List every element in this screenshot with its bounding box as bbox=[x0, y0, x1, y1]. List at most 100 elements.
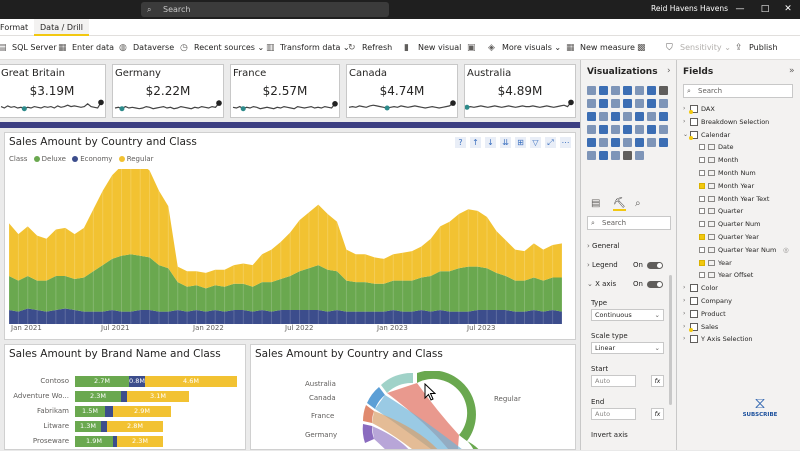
funnel-icon[interactable] bbox=[646, 98, 656, 108]
start-input[interactable]: Auto bbox=[591, 375, 636, 387]
field-checkbox[interactable] bbox=[699, 182, 705, 189]
area-chart-icon[interactable] bbox=[586, 98, 596, 108]
user-name[interactable]: Reid Havens Havens bbox=[651, 4, 728, 13]
brand-bar-segment[interactable] bbox=[105, 406, 113, 417]
general-section[interactable]: › General bbox=[587, 242, 620, 250]
legend-deluxe[interactable]: Deluxe bbox=[42, 155, 66, 163]
field-item-month-year[interactable]: Month Year bbox=[677, 180, 800, 192]
field-checkbox[interactable] bbox=[699, 157, 705, 164]
kpi-card[interactable]: Germany $2.22M bbox=[112, 64, 224, 118]
collapse-chevron-icon[interactable]: » bbox=[789, 66, 795, 76]
field-checkbox[interactable] bbox=[699, 170, 705, 176]
analytics-icon[interactable]: ⌕ bbox=[635, 198, 641, 209]
focus-mode-icon[interactable]: ⤢ bbox=[545, 137, 556, 148]
brand-bar-segment[interactable]: 1.5M bbox=[75, 406, 105, 417]
text-box-button[interactable]: ▣ bbox=[467, 42, 481, 54]
drill-down-icon[interactable]: ↓ bbox=[485, 137, 496, 148]
stacked-column-icon[interactable] bbox=[598, 85, 608, 95]
field-table-sales[interactable]: › Sales bbox=[677, 321, 800, 333]
multi-row-card-icon[interactable] bbox=[610, 124, 620, 134]
full-bar-icon[interactable] bbox=[634, 85, 644, 95]
axis-type-select[interactable]: Continuous ⌄ bbox=[591, 309, 664, 321]
close-button[interactable]: ✕ bbox=[776, 0, 800, 19]
field-item-quarter-year[interactable]: Quarter Year bbox=[677, 231, 800, 243]
legend-regular[interactable]: Regular bbox=[127, 155, 154, 163]
tab-format[interactable]: Format bbox=[0, 19, 34, 36]
brand-bar-segment[interactable]: 3.1M bbox=[127, 391, 189, 402]
field-item-year-offset[interactable]: Year Offset bbox=[677, 269, 800, 281]
field-checkbox[interactable] bbox=[699, 259, 705, 266]
table-icon[interactable] bbox=[646, 124, 656, 134]
tab-data-drill[interactable]: Data / Drill bbox=[34, 19, 89, 36]
card-icon[interactable] bbox=[598, 124, 608, 134]
custom-visual-icon[interactable] bbox=[622, 150, 632, 160]
field-checkbox[interactable] bbox=[699, 195, 705, 202]
ribbon-chart-icon[interactable] bbox=[622, 98, 632, 108]
chord-visual[interactable]: Sales Amount by Country and Class Austra… bbox=[250, 344, 576, 450]
help-icon[interactable]: ? bbox=[455, 137, 466, 148]
pie-icon[interactable] bbox=[586, 111, 596, 121]
brand-bar-segment[interactable]: 4.6M bbox=[145, 376, 237, 387]
python-visual-icon[interactable] bbox=[598, 137, 608, 147]
field-item-month-num[interactable]: Month Num bbox=[677, 167, 800, 179]
brand-bar-segment[interactable]: 2.7M bbox=[75, 376, 129, 387]
field-item-year[interactable]: Year bbox=[677, 257, 800, 269]
field-table-calendar[interactable]: ⌄ Calendar bbox=[677, 129, 800, 141]
chevron-right-icon[interactable]: › bbox=[683, 295, 685, 307]
kpi-icon[interactable] bbox=[622, 124, 632, 134]
end-fx-button[interactable]: fx bbox=[651, 408, 664, 420]
brand-bar-segment[interactable]: 1.3M bbox=[75, 421, 101, 432]
field-checkbox[interactable] bbox=[699, 234, 705, 240]
more-visuals-icon[interactable] bbox=[634, 150, 644, 160]
scale-type-select[interactable]: Linear ⌄ bbox=[591, 342, 664, 354]
enter-data-button[interactable]: ▦ Enter data bbox=[58, 42, 114, 54]
recent-sources-button[interactable]: ◷ Recent sources ⌄ bbox=[180, 42, 264, 54]
fields-search-input[interactable]: ⌕ Search bbox=[683, 84, 793, 98]
qa-icon[interactable] bbox=[634, 137, 644, 147]
quick-measure-button[interactable]: ▩ bbox=[637, 42, 651, 54]
field-checkbox[interactable] bbox=[699, 221, 705, 228]
r-visual-icon[interactable] bbox=[586, 137, 596, 147]
more-visuals-button[interactable]: ◈ More visuals ⌄ bbox=[488, 42, 561, 54]
stacked-area-visual[interactable]: Sales Amount by Country and Class ? ↑ ↓ ⇊ ⊞ ▽… bbox=[4, 132, 576, 340]
kpi-card[interactable]: Australia $4.89M bbox=[464, 64, 576, 118]
brand-bar-segment[interactable]: 0.8M bbox=[129, 376, 145, 387]
paginated-icon[interactable] bbox=[658, 137, 668, 147]
minimize-button[interactable]: — bbox=[728, 0, 752, 19]
power-automate-icon[interactable] bbox=[598, 150, 608, 160]
legend-economy[interactable]: Economy bbox=[80, 155, 112, 163]
end-input[interactable]: Auto bbox=[591, 408, 636, 420]
dataverse-button[interactable]: ◍ Dataverse bbox=[119, 42, 174, 54]
waterfall-icon[interactable] bbox=[634, 98, 644, 108]
field-item-quarter-year-num[interactable]: Quarter Year Num ◎ bbox=[677, 244, 800, 256]
field-checkbox[interactable] bbox=[699, 144, 705, 151]
field-table-product[interactable]: › Product bbox=[677, 308, 800, 320]
chevron-down-icon[interactable]: ⌄ bbox=[683, 129, 688, 141]
power-apps-icon[interactable] bbox=[586, 150, 596, 160]
field-item-month[interactable]: Month bbox=[677, 154, 800, 166]
narrative-icon[interactable] bbox=[646, 137, 656, 147]
format-paintbrush-icon[interactable]: ⛏ bbox=[613, 198, 626, 211]
chevron-right-icon[interactable]: › bbox=[683, 103, 685, 115]
filled-map-icon[interactable] bbox=[634, 111, 644, 121]
field-item-month-year-text[interactable]: Month Year Text bbox=[677, 193, 800, 205]
new-visual-button[interactable]: ▮ New visual bbox=[404, 42, 461, 54]
field-item-date[interactable]: Date bbox=[677, 141, 800, 153]
start-fx-button[interactable]: fx bbox=[651, 375, 664, 387]
map-icon[interactable] bbox=[622, 111, 632, 121]
field-table-breakdown-selection[interactable]: › Breakdown Selection bbox=[677, 116, 800, 128]
subscribe-watermark[interactable]: ⧖ SUBSCRIBE bbox=[740, 394, 780, 419]
line-column-icon[interactable] bbox=[610, 98, 620, 108]
collapse-chevron-icon[interactable]: › bbox=[667, 66, 671, 76]
shape-map-icon[interactable] bbox=[646, 111, 656, 121]
brand-bar-segment[interactable]: 2.3M bbox=[117, 436, 163, 447]
chevron-right-icon[interactable]: › bbox=[683, 116, 685, 128]
fields-well-icon[interactable]: ▤ bbox=[591, 198, 600, 209]
grid-icon[interactable]: ⊞ bbox=[515, 137, 526, 148]
clustered-column-icon[interactable] bbox=[622, 85, 632, 95]
full-column-icon[interactable] bbox=[646, 85, 656, 95]
chevron-right-icon[interactable]: › bbox=[683, 282, 685, 294]
azure-map-icon[interactable] bbox=[658, 111, 668, 121]
treemap-icon[interactable] bbox=[610, 111, 620, 121]
maximize-button[interactable]: □ bbox=[753, 0, 777, 19]
